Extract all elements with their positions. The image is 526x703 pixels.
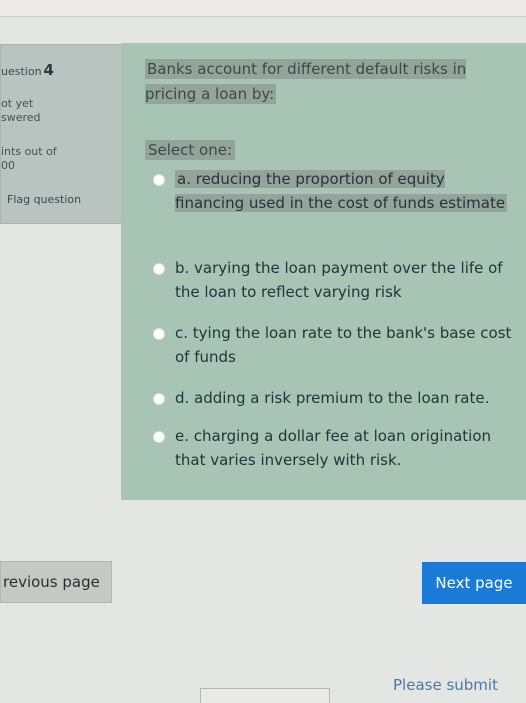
option-b-label: b. varying the loan payment over the lif… [175, 259, 503, 301]
radio-option-c[interactable] [153, 328, 165, 340]
status-line-1: ot yet [1, 97, 34, 110]
points-line-2: 00 [1, 159, 15, 172]
option-d-label: d. adding a risk premium to the loan rat… [175, 389, 490, 407]
top-band [0, 0, 526, 17]
previous-page-button[interactable]: revious page [0, 561, 112, 603]
next-page-button[interactable]: Next page [422, 562, 526, 604]
radio-option-a[interactable] [153, 174, 165, 186]
question-number-label: uestion 4 [1, 61, 54, 79]
option-e-label: e. charging a dollar fee at loan origina… [175, 427, 492, 469]
question-text: Banks account for different default risk… [145, 59, 467, 104]
radio-option-d[interactable] [153, 393, 165, 405]
partial-box [200, 688, 330, 703]
question-panel: Banks account for different default risk… [121, 43, 526, 500]
flag-question-link[interactable]: Flag question [7, 193, 81, 206]
points-line-1: ints out of [1, 145, 57, 158]
select-one-label: Select one: [145, 140, 236, 160]
option-a[interactable]: a. reducing the proportion of equity fin… [153, 169, 513, 243]
radio-option-e[interactable] [153, 431, 165, 443]
option-e[interactable]: e. charging a dollar fee at loan origina… [153, 426, 513, 476]
status-line-2: swered [1, 111, 41, 124]
option-b[interactable]: b. varying the loan payment over the lif… [153, 258, 513, 308]
radio-option-b[interactable] [153, 263, 165, 275]
option-a-label: a. reducing the proportion of equity fin… [175, 170, 508, 212]
please-submit-link[interactable]: Please submit [393, 676, 498, 694]
question-info-panel: uestion 4 ot yet swered ints out of 00 Fl… [0, 44, 127, 224]
option-d[interactable]: d. adding a risk premium to the loan rat… [153, 388, 513, 414]
question-number: 4 [43, 61, 54, 79]
option-c[interactable]: c. tying the loan rate to the bank's bas… [153, 323, 513, 373]
option-c-label: c. tying the loan rate to the bank's bas… [175, 324, 512, 366]
